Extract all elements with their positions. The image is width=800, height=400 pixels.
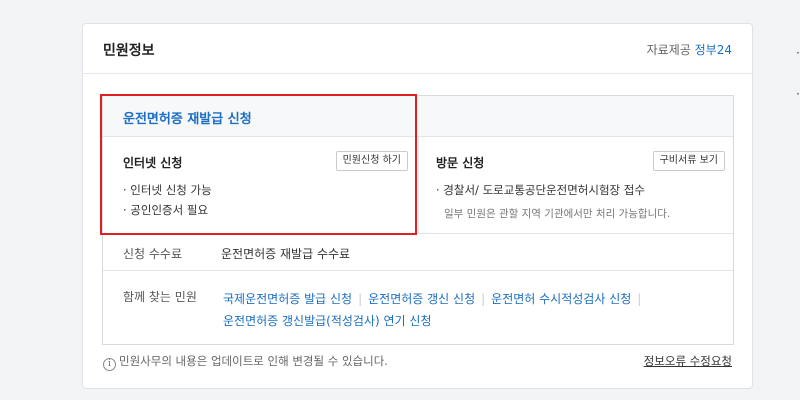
- link-separator: |: [481, 292, 486, 306]
- card-header: 민원정보 자료제공 정부24: [83, 24, 752, 74]
- info-icon: i: [103, 358, 116, 371]
- fee-row: 신청 수수료 운전면허증 재발급 수수료: [103, 233, 733, 270]
- edge-mark: ·: [796, 46, 800, 60]
- update-notice: i 민원사무의 내용은 업데이트로 인해 변경될 수 있습니다.: [103, 353, 388, 371]
- link-separator: |: [358, 292, 363, 306]
- provider-info: 자료제공 정부24: [647, 41, 732, 58]
- internet-apply-heading: 인터넷 신청: [123, 156, 183, 170]
- internet-bullet: · 인터넷 신청 가능: [123, 183, 212, 197]
- service-title-bar: 운전면허증 재발급 신청: [103, 96, 733, 137]
- internet-bullet: · 공인인증서 필요: [123, 203, 209, 217]
- related-link-aptitude-test[interactable]: 운전면허 수시적성검사 신청: [491, 292, 631, 306]
- fee-value: 운전면허증 재발급 수수료: [221, 247, 351, 261]
- apply-online-button[interactable]: 민원신청 하기: [335, 151, 408, 171]
- fee-label: 신청 수수료: [123, 247, 183, 261]
- related-link-renewal-postpone[interactable]: 운전면허증 갱신발급(적성검사) 연기 신청: [223, 314, 432, 328]
- provider-label: 자료제공: [646, 43, 691, 57]
- related-label: 함께 찾는 민원: [123, 290, 197, 304]
- view-documents-button[interactable]: 구비서류 보기: [652, 151, 725, 171]
- update-notice-text: 민원사무의 내용은 업데이트로 인해 변경될 수 있습니다.: [119, 354, 388, 368]
- service-title-link[interactable]: 운전면허증 재발급 신청: [123, 108, 252, 127]
- related-link-international-license[interactable]: 국제운전면허증 발급 신청: [223, 292, 352, 306]
- visit-note: 일부 민원은 관할 지역 기관에서만 처리 가능합니다.: [444, 208, 671, 220]
- related-links: 국제운전면허증 발급 신청 | 운전면허증 갱신 신청 | 운전면허 수시적성검사 신청…: [223, 288, 723, 332]
- link-separator: |: [637, 292, 642, 306]
- related-link-license-renewal[interactable]: 운전면허증 갱신 신청: [368, 292, 475, 306]
- service-panel: 운전면허증 재발급 신청 인터넷 신청 민원신청 하기 · 인터넷 신청 가능 …: [102, 95, 734, 345]
- visit-apply-section: 방문 신청 구비서류 보기 · 경찰서/ 도로교통공단운전면허시험장 접수 일부…: [418, 137, 735, 233]
- report-error-link[interactable]: 정보오류 수정요청: [644, 353, 732, 369]
- visit-apply-heading: 방문 신청: [436, 156, 485, 170]
- edge-mark: ·: [796, 87, 800, 101]
- civil-info-card: 민원정보 자료제공 정부24 운전면허증 재발급 신청 인터넷 신청 민원신청 …: [82, 23, 753, 389]
- visit-bullet: · 경찰서/ 도로교통공단운전면허시험장 접수: [436, 183, 645, 197]
- card-title: 민원정보: [103, 43, 155, 59]
- provider-link[interactable]: 정부24: [695, 43, 732, 57]
- internet-apply-section: 인터넷 신청 민원신청 하기 · 인터넷 신청 가능 · 공인인증서 필요: [103, 137, 418, 233]
- related-services-row: 함께 찾는 민원 국제운전면허증 발급 신청 | 운전면허증 갱신 신청 | 운전면허 …: [103, 270, 733, 346]
